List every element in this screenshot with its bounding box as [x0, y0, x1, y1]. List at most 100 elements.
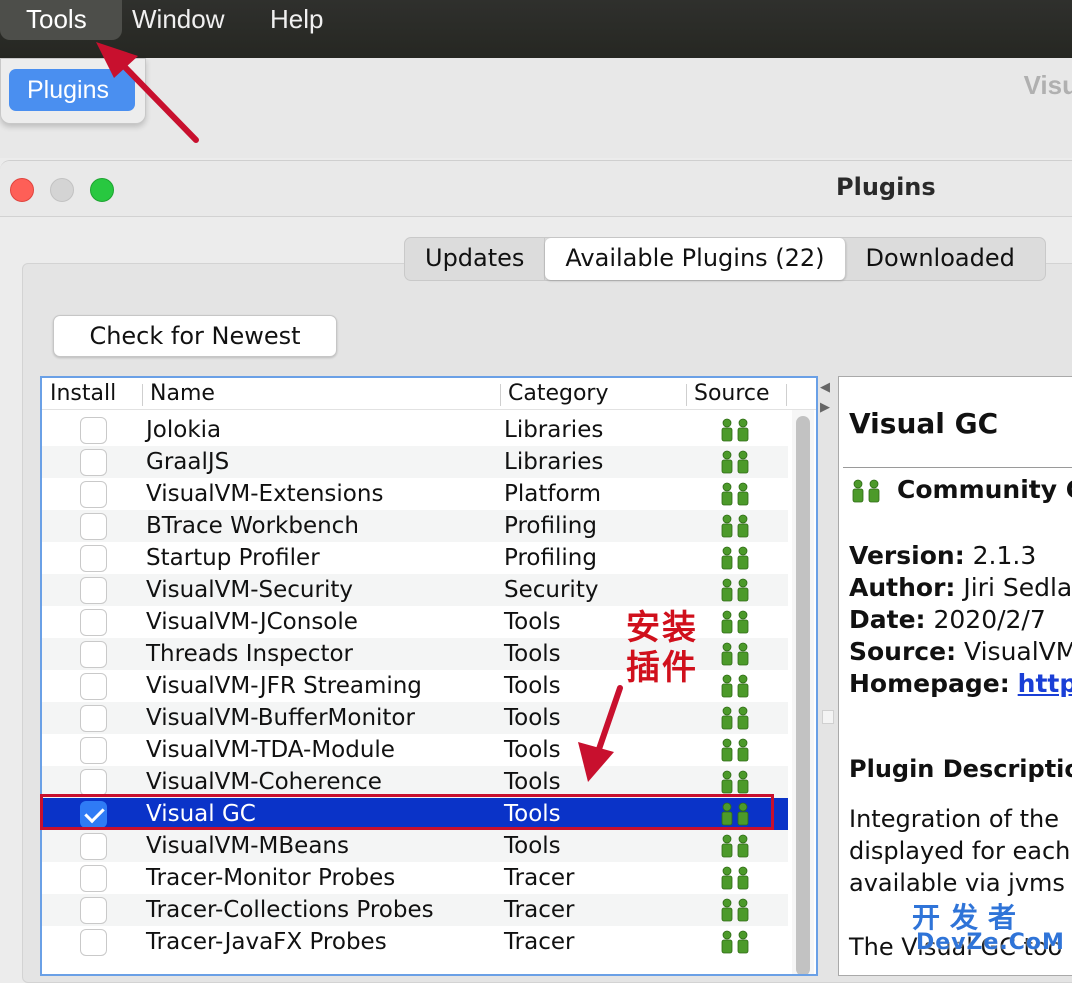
- tools-dropdown: Plugins: [0, 58, 146, 124]
- author-value: Jiri Sedlac: [963, 573, 1072, 602]
- source-value: VisualVM: [964, 637, 1072, 666]
- check-for-newest-button[interactable]: Check for Newest: [53, 315, 337, 357]
- install-checkbox[interactable]: [80, 481, 107, 508]
- community-people-icon: [718, 674, 752, 698]
- community-people-icon: [718, 610, 752, 634]
- table-row[interactable]: Tracer-Monitor Probes Tracer: [42, 862, 788, 894]
- close-window-button[interactable]: [10, 178, 34, 202]
- description-line: Integration of the: [849, 805, 1060, 833]
- splitter-arrows[interactable]: ◀ ▶: [820, 378, 834, 418]
- tab-available-plugins[interactable]: Available Plugins (22): [545, 238, 846, 280]
- install-checkbox[interactable]: [80, 513, 107, 540]
- plugin-category: Tracer: [504, 929, 575, 955]
- plugin-name: VisualVM-Extensions: [146, 481, 384, 507]
- scrollbar-thumb[interactable]: [796, 416, 810, 974]
- install-checkbox[interactable]: [80, 705, 107, 732]
- table-row[interactable]: Startup Profiler Profiling: [42, 542, 788, 574]
- column-header-install[interactable]: Install: [50, 380, 116, 408]
- details-community-label: Community C: [897, 475, 1072, 504]
- install-checkbox[interactable]: [80, 417, 107, 444]
- community-people-icon: [718, 418, 752, 442]
- install-checkbox[interactable]: [80, 609, 107, 636]
- plugin-category: Profiling: [504, 545, 597, 571]
- install-checkbox[interactable]: [80, 641, 107, 668]
- community-people-icon: [718, 514, 752, 538]
- watermark-sub: DevZe.CoM: [916, 930, 1065, 955]
- annotation-label: 安装 插件: [626, 608, 710, 688]
- install-checkbox[interactable]: [80, 449, 107, 476]
- table-row[interactable]: GraalJS Libraries: [42, 446, 788, 478]
- install-checkbox[interactable]: [80, 737, 107, 764]
- menu-window[interactable]: Window: [132, 0, 224, 40]
- details-homepage: Homepage: https: [849, 669, 1072, 698]
- community-people-icon: [718, 706, 752, 730]
- column-header-category[interactable]: Category: [508, 380, 609, 408]
- column-header-source[interactable]: Source: [694, 380, 770, 408]
- plugin-name: VisualVM-JFR Streaming: [146, 673, 422, 699]
- install-checkbox[interactable]: [80, 769, 107, 796]
- tab-updates[interactable]: Updates: [405, 238, 546, 280]
- community-people-icon: [718, 898, 752, 922]
- install-checkbox[interactable]: [80, 833, 107, 860]
- background-window: Visu: [0, 58, 1072, 177]
- community-people-icon: [718, 450, 752, 474]
- install-checkbox[interactable]: [80, 897, 107, 924]
- community-people-icon: [718, 770, 752, 794]
- table-row[interactable]: Visual GC Tools: [42, 798, 788, 830]
- table-row[interactable]: Tracer-Collections Probes Tracer: [42, 894, 788, 926]
- minimize-window-button[interactable]: [50, 178, 74, 202]
- table-row[interactable]: VisualVM-Coherence Tools: [42, 766, 788, 798]
- plugin-category: Tools: [504, 833, 561, 859]
- community-people-icon: [718, 866, 752, 890]
- plugin-details-panel: Visual GC Community C Version: 2.1.3 Aut…: [838, 376, 1072, 976]
- plugin-name: Tracer-Collections Probes: [146, 897, 434, 923]
- details-source: Source: VisualVM: [849, 637, 1072, 666]
- community-people-icon: [718, 930, 752, 954]
- plugin-category: Tools: [504, 609, 561, 635]
- install-checkbox[interactable]: [80, 801, 107, 828]
- table-row[interactable]: Jolokia Libraries: [42, 414, 788, 446]
- plugin-name: Tracer-Monitor Probes: [146, 865, 396, 891]
- menu-help[interactable]: Help: [270, 0, 323, 40]
- plugin-name: VisualVM-BufferMonitor: [146, 705, 415, 731]
- install-checkbox[interactable]: [80, 673, 107, 700]
- description-line: available via jvms: [849, 869, 1065, 897]
- install-checkbox[interactable]: [80, 545, 107, 572]
- community-people-icon: [718, 482, 752, 506]
- splitter-handle[interactable]: [822, 710, 834, 724]
- plugin-name: VisualVM-MBeans: [146, 833, 349, 859]
- community-people-icon: [718, 802, 752, 826]
- column-header-name[interactable]: Name: [150, 380, 215, 408]
- table-row[interactable]: VisualVM-Extensions Platform: [42, 478, 788, 510]
- community-people-icon: [718, 834, 752, 858]
- plugin-category: Tools: [504, 641, 561, 667]
- details-divider: [843, 467, 1072, 468]
- plugin-category: Tracer: [504, 897, 575, 923]
- community-people-icon: [718, 738, 752, 762]
- details-version: Version: 2.1.3: [849, 541, 1036, 570]
- table-row[interactable]: VisualVM-MBeans Tools: [42, 830, 788, 862]
- plugin-name: BTrace Workbench: [146, 513, 359, 539]
- install-checkbox[interactable]: [80, 577, 107, 604]
- table-row[interactable]: VisualVM-BufferMonitor Tools: [42, 702, 788, 734]
- plugin-category: Libraries: [504, 417, 604, 443]
- tab-downloaded[interactable]: Downloaded: [846, 238, 1045, 280]
- table-row[interactable]: VisualVM-TDA-Module Tools: [42, 734, 788, 766]
- homepage-link[interactable]: https: [1018, 669, 1072, 698]
- annotation-line: 插件: [626, 648, 698, 688]
- description-heading: Plugin Descriptio: [849, 755, 1072, 783]
- plugin-category: Tools: [504, 737, 561, 763]
- table-row[interactable]: Tracer-JavaFX Probes Tracer: [42, 926, 788, 958]
- plugin-name: GraalJS: [146, 449, 230, 475]
- zoom-window-button[interactable]: [90, 178, 114, 202]
- details-date: Date: 2020/2/7: [849, 605, 1046, 634]
- plugin-category: Profiling: [504, 513, 597, 539]
- table-row[interactable]: BTrace Workbench Profiling: [42, 510, 788, 542]
- menu-item-plugins[interactable]: Plugins: [9, 69, 135, 111]
- install-checkbox[interactable]: [80, 865, 107, 892]
- plugin-category: Security: [504, 577, 599, 603]
- install-checkbox[interactable]: [80, 929, 107, 956]
- table-row[interactable]: VisualVM-Security Security: [42, 574, 788, 606]
- menu-tools[interactable]: Tools: [0, 0, 122, 40]
- version-label: Version:: [849, 541, 965, 570]
